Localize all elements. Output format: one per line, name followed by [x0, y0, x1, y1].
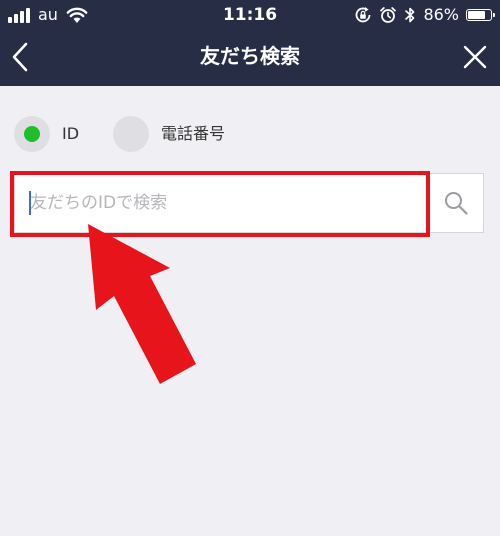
close-icon[interactable]: [462, 44, 488, 70]
radio-selected-dot: [24, 126, 40, 142]
rotation-lock-icon: [356, 7, 371, 23]
search-box: [14, 173, 484, 233]
page-title: 友だち検索: [200, 44, 300, 68]
battery-fill: [468, 11, 485, 19]
battery-percent: 86%: [423, 5, 459, 24]
search-type-id-label: ID: [62, 124, 80, 143]
search-type-phone-label: 電話番号: [161, 124, 226, 143]
status-bar-right: 86%: [354, 4, 495, 26]
nav-bar: 友だち検索: [0, 30, 500, 86]
radio-selected-dot: [123, 126, 139, 142]
text-cursor: [29, 191, 31, 215]
search-input[interactable]: [15, 174, 429, 232]
bluetooth-icon: [405, 7, 415, 23]
radio-button-id[interactable]: [14, 116, 50, 152]
arrow-icon: [88, 224, 196, 384]
search-type-id-option[interactable]: ID: [14, 116, 79, 152]
battery-icon: [466, 9, 495, 21]
alarm-icon: [380, 7, 397, 23]
header: au 11:16 86% 友だち検索: [0, 0, 500, 86]
status-bar: au 11:16 86%: [0, 0, 500, 30]
radio-button-phone[interactable]: [113, 116, 150, 152]
search-type-phone-option[interactable]: 電話番号: [113, 116, 225, 152]
search-type-selector: ID 電話番号: [14, 116, 225, 152]
search-icon[interactable]: [443, 190, 469, 216]
